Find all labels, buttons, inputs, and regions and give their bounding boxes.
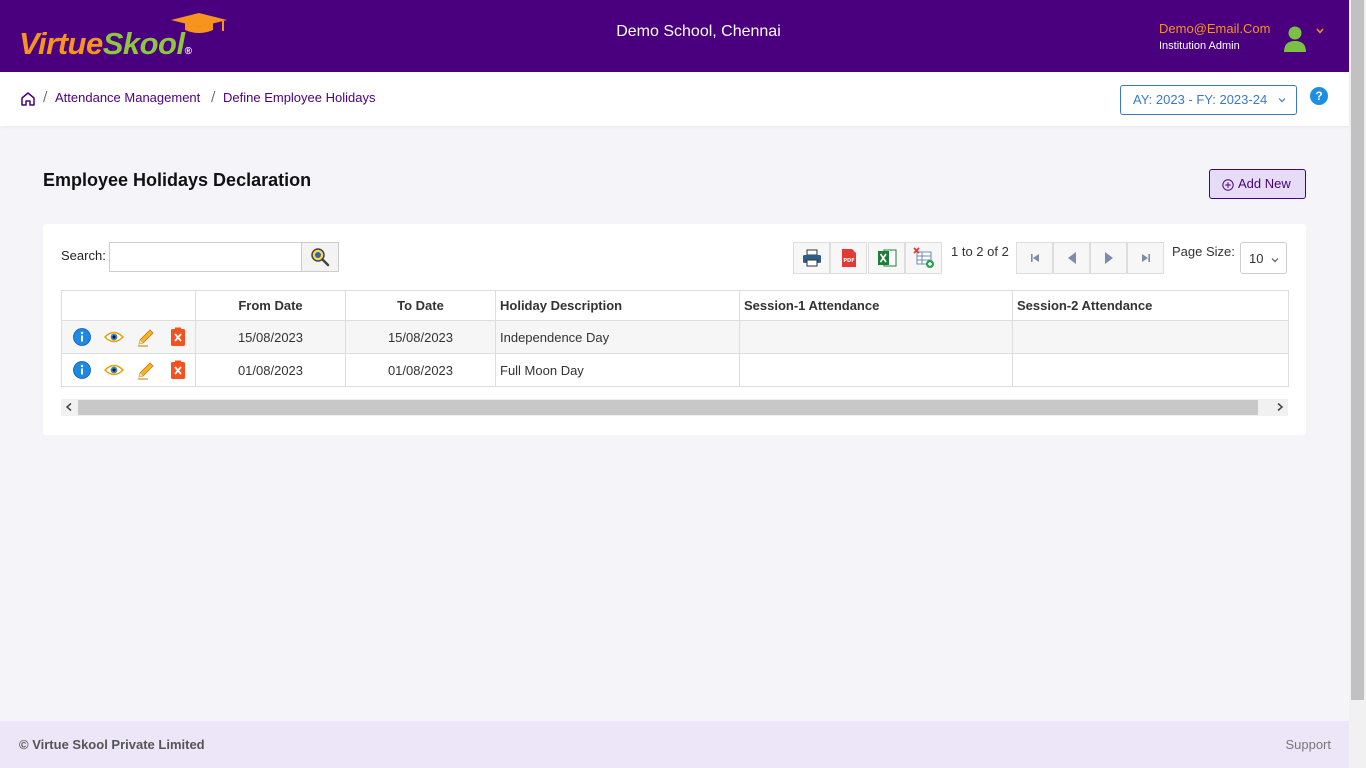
excel-export-button[interactable] <box>868 242 905 274</box>
view-button[interactable] <box>104 360 124 380</box>
footer: © Virtue Skool Private Limited Support <box>0 721 1349 768</box>
search-label: Search: <box>61 248 106 263</box>
cell-session-2-attendance <box>1012 353 1289 387</box>
column-chooser-button[interactable] <box>905 242 942 274</box>
cell-from-date: 15/08/2023 <box>195 320 346 354</box>
pdf-icon: PDF <box>841 249 856 267</box>
first-page-icon <box>1030 254 1039 262</box>
cell-holiday-description: Independence Day <box>495 320 740 354</box>
row-actions-cell <box>61 320 196 354</box>
top-navbar: VirtueSkool® Demo School, Chennai Demo@E… <box>0 0 1349 72</box>
view-button[interactable] <box>104 327 124 347</box>
add-new-label: Add New <box>1238 176 1291 191</box>
user-role: Institution Admin <box>1159 40 1240 52</box>
search-button[interactable] <box>301 242 339 272</box>
eye-icon <box>104 331 124 343</box>
home-icon[interactable] <box>20 91 36 107</box>
table-header-row: From Date To Date Holiday Description Se… <box>61 290 1289 321</box>
info-icon <box>73 361 91 379</box>
academic-year-value: AY: 2023 - FY: 2023-24 <box>1133 92 1268 107</box>
previous-page-button[interactable] <box>1053 242 1090 274</box>
printer-icon <box>802 249 821 267</box>
table-row[interactable]: 01/08/2023 01/08/2023 Full Moon Day <box>61 353 1289 387</box>
previous-page-icon <box>1067 252 1076 264</box>
user-email[interactable]: Demo@Email.Com <box>1159 21 1270 36</box>
delete-icon <box>171 360 185 379</box>
help-icon[interactable]: ? <box>1310 87 1328 105</box>
pencil-icon <box>138 362 154 380</box>
edit-button[interactable] <box>136 360 156 380</box>
next-page-icon <box>1104 252 1113 264</box>
cell-to-date: 01/08/2023 <box>345 353 496 387</box>
breadcrumb-define-employee-holidays[interactable]: Define Employee Holidays <box>223 90 375 105</box>
support-link[interactable]: Support <box>1285 737 1331 752</box>
cell-session-1-attendance <box>739 320 1013 354</box>
delete-icon <box>171 327 185 346</box>
last-page-icon <box>1141 254 1150 262</box>
breadcrumb-bar: / Attendance Management / Define Employe… <box>0 72 1349 126</box>
page-scrollbar-thumb[interactable] <box>1351 0 1364 700</box>
search-input[interactable] <box>109 242 302 272</box>
info-button[interactable] <box>72 327 92 347</box>
logo-registered-mark: ® <box>184 46 192 57</box>
column-header-session-1-attendance[interactable]: Session-1 Attendance <box>739 290 1013 321</box>
pagination-range: 1 to 2 of 2 <box>951 244 1009 259</box>
info-icon <box>73 328 91 346</box>
first-page-button[interactable] <box>1016 242 1053 274</box>
chevron-down-icon <box>1271 258 1279 263</box>
holidays-grid-card: Search: PDF 1 to 2 of 2 Page Size: 10 Fr… <box>43 224 1306 435</box>
cell-to-date: 15/08/2023 <box>345 320 496 354</box>
row-actions-cell <box>61 353 196 387</box>
chevron-down-icon <box>1278 98 1286 103</box>
edit-button[interactable] <box>136 327 156 347</box>
print-button[interactable] <box>793 242 830 274</box>
page-title: Employee Holidays Declaration <box>43 170 312 190</box>
delete-button[interactable] <box>168 360 188 380</box>
cell-session-1-attendance <box>739 353 1013 387</box>
delete-button[interactable] <box>168 327 188 347</box>
last-page-button[interactable] <box>1127 242 1164 274</box>
add-new-button[interactable]: Add New <box>1209 169 1306 199</box>
eye-icon <box>104 364 124 376</box>
page-size-label: Page Size: <box>1172 244 1235 259</box>
pdf-export-button[interactable]: PDF <box>830 242 867 274</box>
page-size-select[interactable]: 10 <box>1240 242 1287 274</box>
plus-circle-icon <box>1222 179 1234 191</box>
column-header-session-2-attendance[interactable]: Session-2 Attendance <box>1012 290 1289 321</box>
excel-icon <box>877 249 896 267</box>
column-header-from-date[interactable]: From Date <box>195 290 346 321</box>
column-header-to-date[interactable]: To Date <box>345 290 496 321</box>
table-horizontal-scrollbar[interactable] <box>61 399 1288 416</box>
column-header-holiday-description[interactable]: Holiday Description <box>495 290 740 321</box>
cell-holiday-description: Full Moon Day <box>495 353 740 387</box>
copyright-text: © Virtue Skool Private Limited <box>19 737 205 752</box>
scroll-right-icon[interactable] <box>1275 402 1285 412</box>
scroll-left-icon[interactable] <box>64 402 74 412</box>
next-page-button[interactable] <box>1090 242 1127 274</box>
user-avatar-icon[interactable] <box>1283 25 1307 53</box>
cell-session-2-attendance <box>1012 320 1289 354</box>
info-button[interactable] <box>72 360 92 380</box>
chevron-down-icon[interactable] <box>1315 26 1325 36</box>
breadcrumb-separator: / <box>211 90 216 105</box>
breadcrumb-attendance-management[interactable]: Attendance Management <box>55 90 200 105</box>
horizontal-scrollbar-thumb[interactable] <box>78 400 1258 415</box>
table-row[interactable]: 15/08/2023 15/08/2023 Independence Day <box>61 320 1289 354</box>
column-chooser-icon <box>912 247 934 268</box>
pencil-icon <box>138 329 154 347</box>
breadcrumb-separator: / <box>43 90 48 105</box>
academic-year-select[interactable]: AY: 2023 - FY: 2023-24 <box>1120 85 1297 115</box>
cell-from-date: 01/08/2023 <box>195 353 346 387</box>
column-header-actions <box>61 290 196 321</box>
holidays-table: From Date To Date Holiday Description Se… <box>61 290 1289 387</box>
search-icon <box>311 248 330 267</box>
svg-text:PDF: PDF <box>843 258 854 264</box>
page-size-value: 10 <box>1249 251 1264 266</box>
